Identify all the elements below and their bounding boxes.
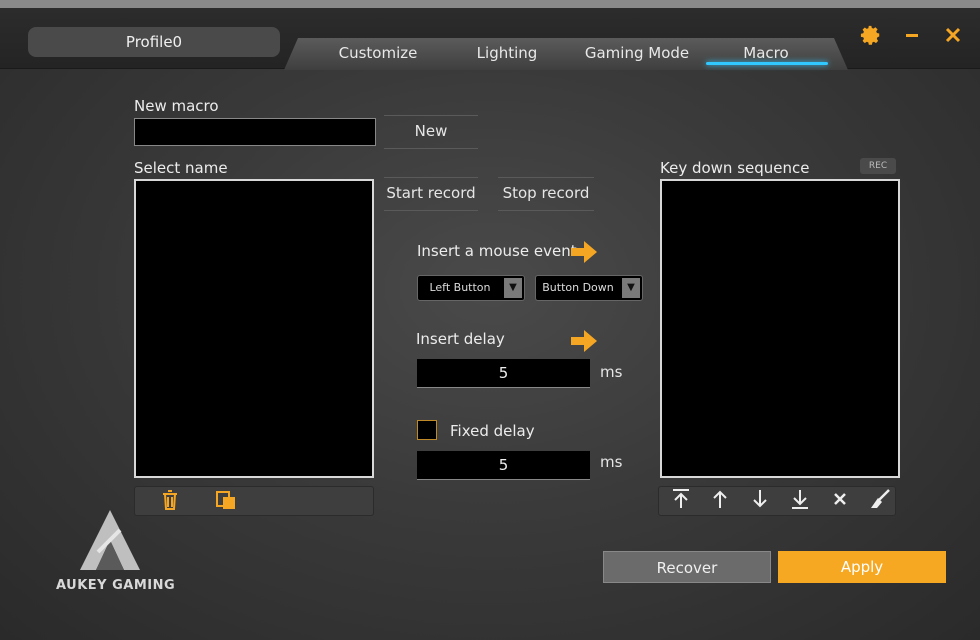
move-top-icon[interactable] — [667, 488, 695, 518]
new-button[interactable]: New — [384, 115, 478, 149]
active-tab-indicator — [706, 62, 828, 65]
macro-name-list[interactable] — [134, 179, 374, 478]
insert-delay-arrow-icon[interactable] — [571, 330, 597, 352]
select-name-label: Select name — [134, 159, 228, 177]
move-up-icon[interactable] — [706, 488, 734, 518]
tab-lighting[interactable]: Lighting — [447, 44, 567, 62]
copy-icon[interactable] — [215, 488, 237, 512]
fixed-delay-label: Fixed delay — [450, 422, 535, 440]
move-bottom-icon[interactable] — [786, 488, 814, 518]
key-down-sequence-label: Key down sequence — [660, 159, 810, 177]
close-icon[interactable] — [941, 24, 965, 51]
brand-name: AUKEY GAMING — [56, 578, 176, 593]
tab-gaming-mode[interactable]: Gaming Mode — [577, 44, 697, 62]
fixed-delay-unit: ms — [600, 453, 623, 471]
mouse-button-select-value: Left Button — [429, 281, 491, 294]
rec-badge: REC — [860, 158, 896, 174]
delete-icon[interactable] — [826, 488, 854, 518]
tab-customize[interactable]: Customize — [318, 44, 438, 62]
aukey-logo — [78, 508, 142, 572]
recover-button[interactable]: Recover — [603, 551, 771, 583]
fixed-delay-checkbox[interactable] — [417, 420, 437, 440]
gear-icon[interactable] — [859, 24, 883, 51]
new-macro-label: New macro — [134, 97, 219, 115]
chevron-down-icon: ▼ — [504, 278, 522, 298]
tab-macro[interactable]: Macro — [706, 44, 826, 62]
profile-selector[interactable]: Profile0 — [28, 27, 280, 57]
move-down-icon[interactable] — [746, 488, 774, 518]
trash-icon[interactable] — [160, 488, 180, 512]
fixed-delay-input[interactable]: 5 — [417, 451, 590, 480]
mouse-action-select[interactable]: Button Down ▼ — [535, 275, 643, 301]
key-sequence-list[interactable] — [660, 179, 900, 478]
delay-input[interactable]: 5 — [417, 359, 590, 388]
chevron-down-icon: ▼ — [622, 278, 640, 298]
start-record-button[interactable]: Start record — [384, 177, 478, 211]
stop-record-button[interactable]: Stop record — [498, 177, 594, 211]
apply-button[interactable]: Apply — [778, 551, 946, 583]
insert-mouse-event-arrow-icon[interactable] — [571, 241, 597, 263]
insert-delay-label: Insert delay — [416, 330, 505, 348]
mouse-action-select-value: Button Down — [542, 281, 614, 294]
clear-icon[interactable] — [866, 488, 894, 518]
delay-unit: ms — [600, 363, 623, 381]
minimize-icon[interactable] — [900, 24, 924, 51]
window-top-strip — [0, 0, 980, 8]
insert-mouse-event-label: Insert a mouse event — [417, 242, 577, 260]
mouse-button-select[interactable]: Left Button ▼ — [417, 275, 525, 301]
new-macro-input[interactable] — [134, 118, 376, 146]
